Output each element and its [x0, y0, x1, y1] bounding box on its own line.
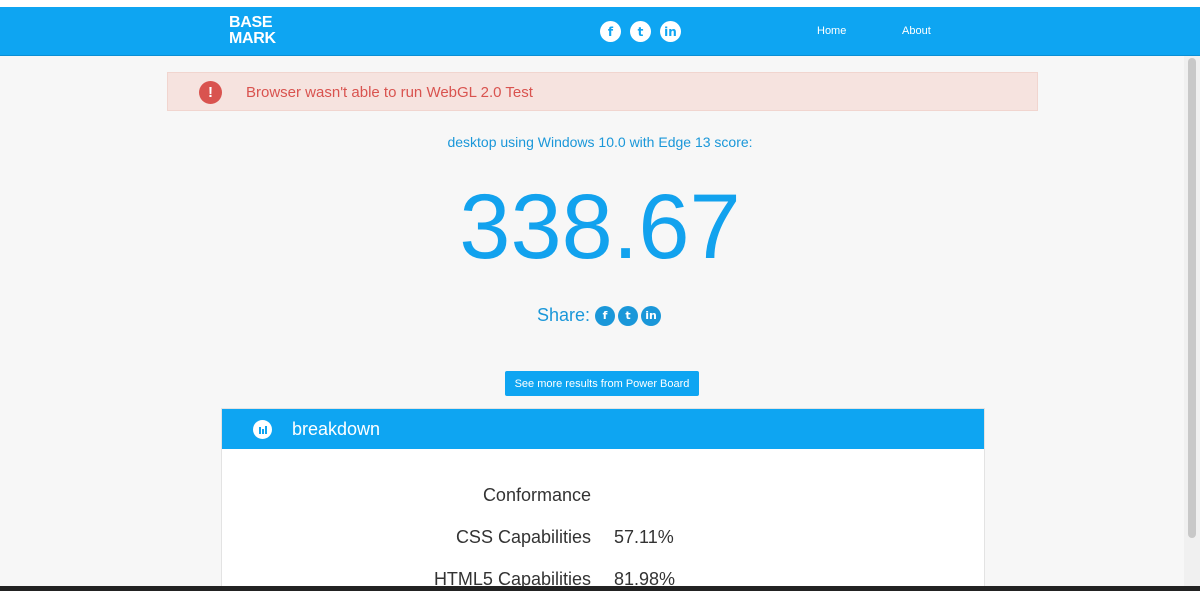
facebook-icon[interactable]: f [600, 21, 621, 42]
alert-message: Browser wasn't able to run WebGL 2.0 Tes… [246, 84, 533, 101]
share-facebook-icon[interactable]: f [595, 305, 616, 326]
nav-home-link[interactable]: Home [817, 25, 846, 37]
logo-line-1: BASE [229, 14, 273, 31]
share-twitter-icon[interactable]: t [618, 305, 639, 326]
breakdown-title: breakdown [292, 419, 381, 439]
score-description: desktop using Windows 10.0 with Edge 13 … [447, 134, 753, 150]
row-value: 57.11% [614, 527, 674, 547]
basemark-logo[interactable]: BASE MARK [229, 15, 276, 47]
row-label: Conformance [482, 485, 591, 505]
share-section: Share: f t in [537, 305, 662, 326]
share-linkedin-icon[interactable]: in [641, 305, 662, 326]
breakdown-panel: breakdown Conformance CSS Capabilities 5… [221, 408, 985, 591]
exclamation-icon: ! [199, 81, 222, 104]
share-label: Share: [537, 305, 591, 325]
power-board-button[interactable]: See more results from Power Board [505, 371, 699, 396]
top-navbar: BASE MARK f t in Home About [0, 7, 1200, 56]
bar-chart-icon [253, 420, 272, 439]
score-value: 338.67 [459, 176, 741, 278]
logo-line-2: MARK [229, 30, 276, 47]
window-top-strip [0, 0, 1200, 7]
webgl-error-alert: ! Browser wasn't able to run WebGL 2.0 T… [167, 72, 1038, 111]
nav-social-links: f t in [600, 21, 681, 42]
taskbar-edge [0, 586, 1200, 591]
scrollbar-thumb[interactable] [1188, 58, 1196, 538]
linkedin-icon[interactable]: in [660, 21, 681, 42]
twitter-icon[interactable]: t [630, 21, 651, 42]
breakdown-header[interactable]: breakdown [222, 409, 984, 449]
nav-about-link[interactable]: About [902, 25, 931, 37]
row-label: CSS Capabilities [455, 527, 591, 547]
